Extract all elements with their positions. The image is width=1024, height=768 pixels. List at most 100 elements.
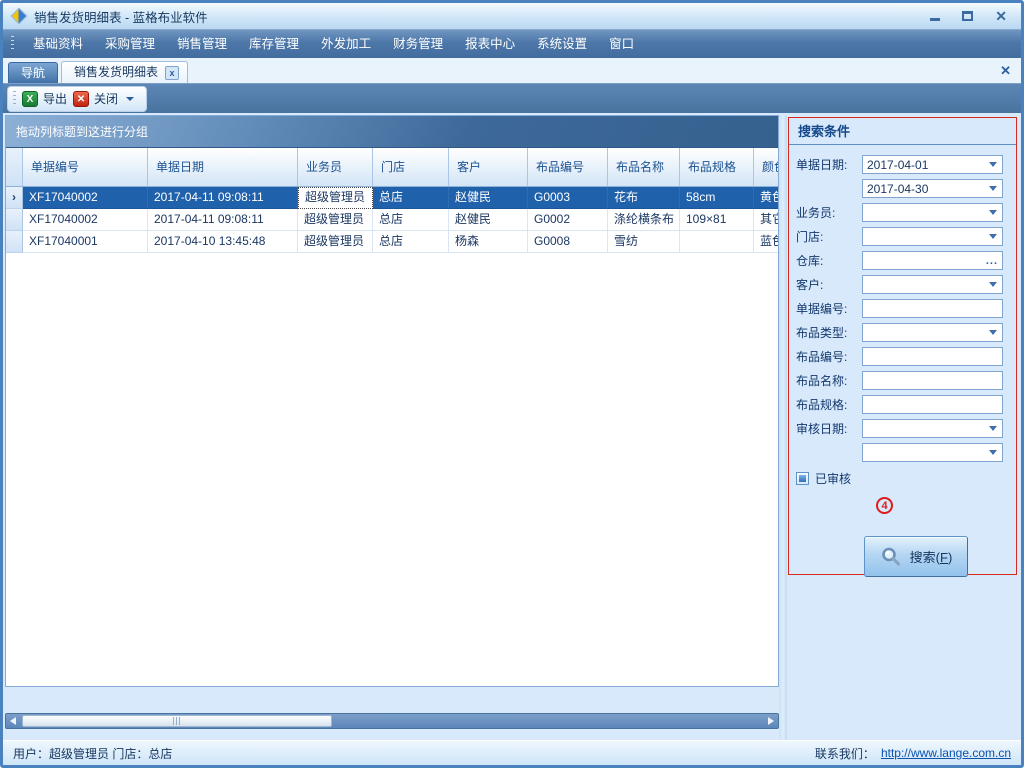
menu-item-purchase[interactable]: 采购管理 <box>94 30 166 59</box>
menu-item-base-data[interactable]: 基础资料 <box>22 30 94 59</box>
cell-salesman-focused[interactable]: 超级管理员 <box>298 187 373 209</box>
approved-checkbox[interactable] <box>796 472 809 485</box>
panel-splitter[interactable] <box>779 115 787 740</box>
menu-item-sales[interactable]: 销售管理 <box>166 30 238 59</box>
column-header-fabric-no[interactable]: 布品编号 <box>528 148 608 186</box>
cell-salesman[interactable]: 超级管理员 <box>298 231 373 253</box>
dropdown-arrow-icon[interactable] <box>989 162 997 167</box>
column-header-salesman[interactable]: 业务员 <box>298 148 373 186</box>
cell-fabric-no[interactable]: G0008 <box>528 231 608 253</box>
cell-color[interactable]: 蓝色 <box>754 231 778 253</box>
chevron-down-icon[interactable] <box>126 97 134 101</box>
column-header-color[interactable]: 颜色 <box>754 148 778 186</box>
field-warehouse: 仓库: ... <box>796 251 1003 270</box>
menu-item-reports[interactable]: 报表中心 <box>454 30 526 59</box>
group-by-panel[interactable]: 拖动列标题到这进行分组 <box>6 116 778 148</box>
audit-date-from-combo[interactable] <box>862 419 1003 438</box>
cell-customer[interactable]: 赵健民 <box>449 209 528 231</box>
close-report-button[interactable]: ✕ 关闭 <box>73 90 118 107</box>
export-button[interactable]: X 导出 <box>22 90 67 107</box>
horizontal-scrollbar[interactable] <box>5 713 779 729</box>
field-audit-date-to <box>796 443 1003 462</box>
dropdown-arrow-icon[interactable] <box>989 426 997 431</box>
field-fabric-no: 布品编号: <box>796 347 1003 366</box>
customer-combo[interactable] <box>862 275 1003 294</box>
column-header-fabric-spec[interactable]: 布品规格 <box>680 148 754 186</box>
maximize-icon[interactable] <box>962 11 973 21</box>
table-row[interactable]: XF17040002 2017-04-11 09:08:11 超级管理员 总店 … <box>6 209 778 231</box>
field-fabric-name: 布品名称: <box>796 371 1003 390</box>
column-header-fabric-name[interactable]: 布品名称 <box>608 148 680 186</box>
menu-item-outsource[interactable]: 外发加工 <box>310 30 382 59</box>
menu-item-settings[interactable]: 系统设置 <box>526 30 598 59</box>
cell-store[interactable]: 总店 <box>373 209 449 231</box>
field-store: 门店: <box>796 227 1003 246</box>
scroll-right-icon[interactable] <box>764 717 778 725</box>
tab-navigation[interactable]: 导航 <box>8 62 58 83</box>
fabric-no-input[interactable] <box>862 347 1003 366</box>
field-doc-date-to: 2017-04-30 <box>796 179 1003 198</box>
cell-fabric-no[interactable]: G0003 <box>528 187 608 209</box>
cell-doc-no[interactable]: XF17040002 <box>23 209 148 231</box>
export-label: 导出 <box>43 90 67 107</box>
cell-color[interactable]: 其它 <box>754 209 778 231</box>
table-row[interactable]: › XF17040002 2017-04-11 09:08:11 超级管理员 总… <box>6 187 778 209</box>
fabric-type-combo[interactable] <box>862 323 1003 342</box>
minimize-icon[interactable] <box>930 12 940 21</box>
cell-customer[interactable]: 赵健民 <box>449 187 528 209</box>
close-icon[interactable]: ✕ <box>995 10 1007 22</box>
menu-item-window[interactable]: 窗口 <box>598 30 645 59</box>
scrollbar-thumb[interactable] <box>22 715 332 727</box>
close-pane-icon[interactable]: ✕ <box>1000 63 1011 79</box>
menu-item-inventory[interactable]: 库存管理 <box>238 30 310 59</box>
cell-fabric-no[interactable]: G0002 <box>528 209 608 231</box>
doc-no-input[interactable] <box>862 299 1003 318</box>
dropdown-arrow-icon[interactable] <box>989 282 997 287</box>
dropdown-arrow-icon[interactable] <box>989 234 997 239</box>
cell-fabric-name[interactable]: 花布 <box>608 187 680 209</box>
cell-fabric-spec[interactable] <box>680 231 754 253</box>
cell-store[interactable]: 总店 <box>373 231 449 253</box>
website-link[interactable]: http://www.lange.com.cn <box>881 746 1011 760</box>
audit-date-to-combo[interactable] <box>862 443 1003 462</box>
cell-doc-date[interactable]: 2017-04-10 13:45:48 <box>148 231 298 253</box>
column-header-store[interactable]: 门店 <box>373 148 449 186</box>
cell-salesman[interactable]: 超级管理员 <box>298 209 373 231</box>
warehouse-picker[interactable]: ... <box>862 251 1003 270</box>
cell-doc-no[interactable]: XF17040001 <box>23 231 148 253</box>
dropdown-arrow-icon[interactable] <box>989 210 997 215</box>
cell-store[interactable]: 总店 <box>373 187 449 209</box>
search-button[interactable]: 搜索(F) <box>864 536 968 577</box>
cell-doc-date[interactable]: 2017-04-11 09:08:11 <box>148 187 298 209</box>
salesman-combo[interactable] <box>862 203 1003 222</box>
grid-empty-area <box>6 253 778 686</box>
column-header-doc-no[interactable]: 单据编号 <box>23 148 148 186</box>
doc-date-from-combo[interactable]: 2017-04-01 <box>862 155 1003 174</box>
field-value: 2017-04-30 <box>863 182 989 196</box>
doc-date-to-combo[interactable]: 2017-04-30 <box>862 179 1003 198</box>
ellipsis-icon[interactable]: ... <box>986 255 998 267</box>
cell-doc-date[interactable]: 2017-04-11 09:08:11 <box>148 209 298 231</box>
cell-fabric-spec[interactable]: 109×81 <box>680 209 754 231</box>
cell-fabric-name[interactable]: 涤纶横条布 <box>608 209 680 231</box>
search-button-label: 搜索(F) <box>910 547 953 566</box>
cell-fabric-name[interactable]: 雪纺 <box>608 231 680 253</box>
cell-customer[interactable]: 杨森 <box>449 231 528 253</box>
close-tab-icon[interactable]: x <box>165 66 179 80</box>
cell-color[interactable]: 黄色 <box>754 187 778 209</box>
dropdown-arrow-icon[interactable] <box>989 450 997 455</box>
fabric-name-input[interactable] <box>862 371 1003 390</box>
table-row[interactable]: XF17040001 2017-04-10 13:45:48 超级管理员 总店 … <box>6 231 778 253</box>
dropdown-arrow-icon[interactable] <box>989 330 997 335</box>
store-combo[interactable] <box>862 227 1003 246</box>
field-doc-date-from: 单据日期: 2017-04-01 <box>796 155 1003 174</box>
scroll-left-icon[interactable] <box>6 717 20 725</box>
column-header-customer[interactable]: 客户 <box>449 148 528 186</box>
dropdown-arrow-icon[interactable] <box>989 186 997 191</box>
cell-doc-no[interactable]: XF17040002 <box>23 187 148 209</box>
fabric-spec-input[interactable] <box>862 395 1003 414</box>
cell-fabric-spec[interactable]: 58cm <box>680 187 754 209</box>
tab-sales-shipment-detail[interactable]: 销售发货明细表 x <box>61 61 188 83</box>
column-header-doc-date[interactable]: 单据日期 <box>148 148 298 186</box>
menu-item-finance[interactable]: 财务管理 <box>382 30 454 59</box>
